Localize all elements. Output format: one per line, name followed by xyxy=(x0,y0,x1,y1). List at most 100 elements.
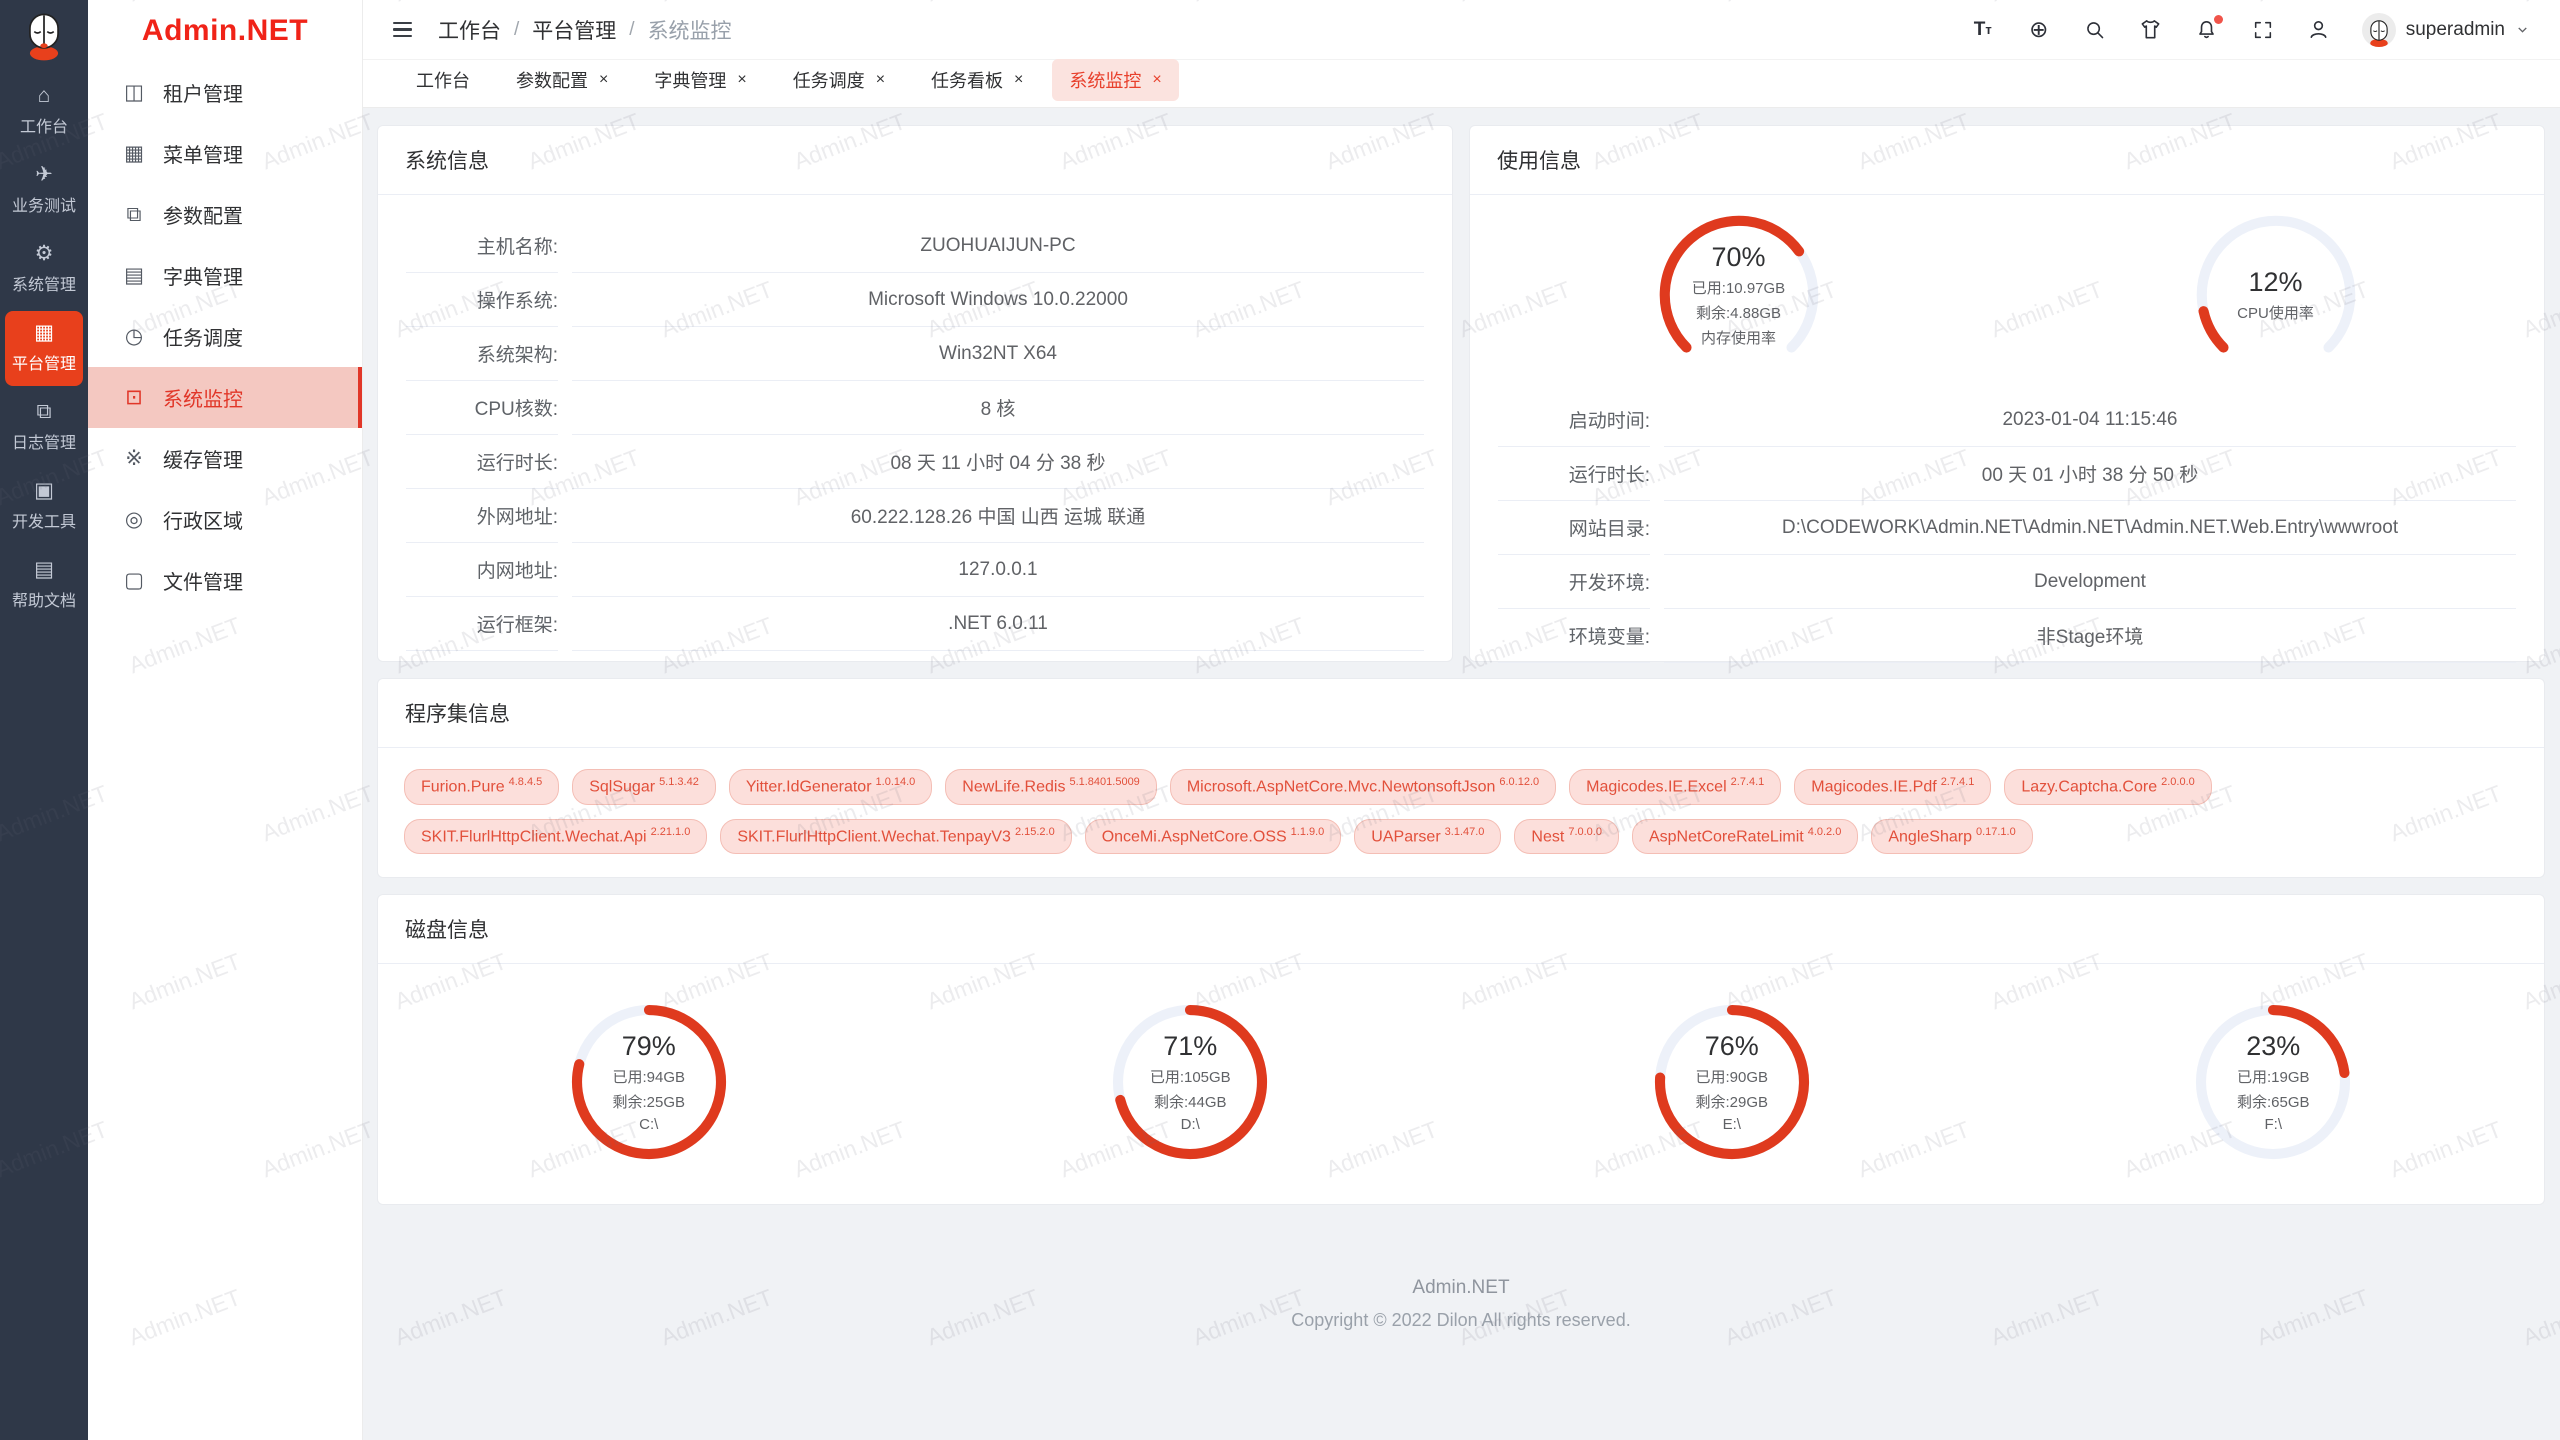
system-info-card: 系统信息 主机名称:ZUOHUAIJUN-PC 操作系统:Microsoft W… xyxy=(377,125,1453,662)
sidebar-item-dict[interactable]: ▤ 字典管理 xyxy=(88,245,362,306)
primary-rail: ⌂ 工作台 ✈ 业务测试 ⚙ 系统管理 ▦ 平台管理 ⧉ 日志管理 ▣ 开发工具… xyxy=(0,0,88,1440)
package-tag: SKIT.FlurlHttpClient.Wechat.TenpayV32.15… xyxy=(720,819,1071,855)
package-tag: Lazy.Captcha.Core2.0.0.0 xyxy=(2004,769,2211,805)
tabbar: 工作台 参数配置 × 字典管理 × 任务调度 × 任务看板 × 系统监控 × xyxy=(363,60,2560,108)
rail-item-business-test[interactable]: ✈ 业务测试 xyxy=(5,153,83,228)
rail-item-help-docs[interactable]: ▤ 帮助文档 xyxy=(5,548,83,623)
usage-info-card: 使用信息 70% 已用:10.97GB xyxy=(1469,125,2545,662)
fullscreen-icon[interactable] xyxy=(2250,17,2276,43)
card-title: 磁盘信息 xyxy=(378,895,2544,964)
user-menu[interactable]: superadmin xyxy=(2362,13,2530,47)
app-logo[interactable] xyxy=(18,10,70,62)
tab-monitor[interactable]: 系统监控 × xyxy=(1052,59,1178,101)
config-icon: ⧉ xyxy=(122,203,146,227)
breadcrumb-workbench[interactable]: 工作台 xyxy=(438,15,501,45)
rail-item-label: 日志管理 xyxy=(12,429,76,453)
tab-label: 参数配置 xyxy=(516,67,588,93)
disk-ring-c: 79% 已用:94GB 剩余:25GB C:\ xyxy=(559,992,739,1172)
sidebar-item-monitor[interactable]: ⊡ 系统监控 xyxy=(88,367,362,428)
search-icon[interactable] xyxy=(2082,17,2108,43)
page-footer: Admin.NET Copyright © 2022 Dilon All rig… xyxy=(377,1277,2545,1331)
breadcrumb-platform[interactable]: 平台管理 xyxy=(532,15,616,45)
package-tag: Microsoft.AspNetCore.Mvc.NewtonsoftJson6… xyxy=(1170,769,1556,805)
tab-dict[interactable]: 字典管理 × xyxy=(637,59,763,101)
sidebar-item-label: 缓存管理 xyxy=(163,444,243,473)
info-row: 系统架构:Win32NT X64 xyxy=(406,327,1424,381)
close-icon[interactable]: × xyxy=(1152,72,1161,88)
info-row: 启动时间:2023-01-04 11:15:46 xyxy=(1498,393,2516,447)
close-icon[interactable]: × xyxy=(876,72,885,88)
sidebar-item-schedule[interactable]: ◷ 任务调度 xyxy=(88,306,362,367)
info-row: CPU核数:8 核 xyxy=(406,381,1424,435)
tab-label: 任务调度 xyxy=(793,67,865,93)
info-row: 运行框架:.NET 6.0.11 xyxy=(406,597,1424,651)
memory-gauge: 70% 已用:10.97GB 剩余:4.88GB 内存使用率 xyxy=(1649,205,1829,385)
rail-item-log-admin[interactable]: ⧉ 日志管理 xyxy=(5,390,83,465)
rail-item-dev-tools[interactable]: ▣ 开发工具 xyxy=(5,469,83,544)
info-row: 操作系统:Microsoft Windows 10.0.22000 xyxy=(406,273,1424,327)
memory-percent: 70% xyxy=(1711,242,1765,273)
close-icon[interactable]: × xyxy=(737,72,746,88)
breadcrumb-current: 系统监控 xyxy=(648,15,732,45)
avatar-mascot-icon xyxy=(2364,17,2394,47)
info-row: 内网地址:127.0.0.1 xyxy=(406,543,1424,597)
sidebar-item-params[interactable]: ⧉ 参数配置 xyxy=(88,184,362,245)
sidebar-item-cache[interactable]: ※ 缓存管理 xyxy=(88,428,362,489)
package-tag: Yitter.IdGenerator1.0.14.0 xyxy=(729,769,932,805)
font-size-icon[interactable]: Tт xyxy=(1970,17,1996,43)
profile-icon[interactable] xyxy=(2306,17,2332,43)
rail-item-label: 业务测试 xyxy=(12,192,76,216)
rail-item-platform-admin[interactable]: ▦ 平台管理 xyxy=(5,311,83,386)
tab-taskboard[interactable]: 任务看板 × xyxy=(914,59,1040,101)
schedule-icon: ◷ xyxy=(122,324,146,349)
notifications-bell-icon[interactable] xyxy=(2194,17,2220,43)
sidebar-item-tenant[interactable]: ◫ 租户管理 xyxy=(88,62,362,123)
doc-icon: ▤ xyxy=(34,559,54,580)
card-title: 程序集信息 xyxy=(378,679,2544,748)
package-tag: Magicodes.IE.Excel2.7.4.1 xyxy=(1569,769,1781,805)
close-icon[interactable]: × xyxy=(1014,72,1023,88)
sidebar-item-menu[interactable]: ▦ 菜单管理 xyxy=(88,123,362,184)
grid-icon: ▦ xyxy=(34,322,54,343)
info-row: 开发环境:Development xyxy=(1498,555,2516,609)
sidebar-collapse-icon[interactable] xyxy=(389,18,416,42)
package-tag: Magicodes.IE.Pdf2.7.4.1 xyxy=(1794,769,1991,805)
close-icon[interactable]: × xyxy=(599,72,608,88)
info-row: 网站目录:D:\CODEWORK\Admin.NET\Admin.NET\Adm… xyxy=(1498,501,2516,555)
language-icon[interactable]: ⊕ xyxy=(2026,17,2052,43)
sidebar-item-label: 文件管理 xyxy=(163,566,243,595)
info-row: 环境变量:非Stage环境 xyxy=(1498,609,2516,663)
assemblies-card: 程序集信息 Furion.Pure4.8.4.5 SqlSugar5.1.3.4… xyxy=(377,678,2545,878)
disks-card: 磁盘信息 79% 已用:94GB 剩余:25GB xyxy=(377,894,2545,1205)
breadcrumb: 工作台 / 平台管理 / 系统监控 xyxy=(438,15,732,45)
tab-schedule[interactable]: 任务调度 × xyxy=(776,59,902,101)
tab-label: 系统监控 xyxy=(1069,67,1141,93)
tab-workbench[interactable]: 工作台 xyxy=(399,59,487,101)
tab-label: 工作台 xyxy=(416,67,470,93)
tab-label: 字典管理 xyxy=(654,67,726,93)
rail-item-system-admin[interactable]: ⚙ 系统管理 xyxy=(5,232,83,307)
tab-params[interactable]: 参数配置 × xyxy=(499,59,625,101)
package-tag: NewLife.Redis5.1.8401.5009 xyxy=(945,769,1157,805)
footer-title: Admin.NET xyxy=(377,1277,2545,1299)
content: 系统信息 主机名称:ZUOHUAIJUN-PC 操作系统:Microsoft W… xyxy=(363,108,2560,1440)
rail-item-label: 工作台 xyxy=(20,113,68,137)
user-name: superadmin xyxy=(2406,19,2505,41)
sidebar-item-label: 系统监控 xyxy=(163,383,243,412)
sidebar-item-files[interactable]: ▢ 文件管理 xyxy=(88,550,362,611)
sidebar-item-label: 行政区域 xyxy=(163,505,243,534)
main-area: 工作台 / 平台管理 / 系统监控 Tт ⊕ xyxy=(363,0,2560,1440)
rail-item-label: 帮助文档 xyxy=(12,587,76,611)
card-title: 系统信息 xyxy=(378,126,1452,195)
info-row: 运行时长:00 天 01 小时 38 分 50 秒 xyxy=(1498,447,2516,501)
sidebar-item-region[interactable]: ◎ 行政区域 xyxy=(88,489,362,550)
brand-logo-text[interactable]: Admin.NET xyxy=(88,0,362,62)
card-title: 使用信息 xyxy=(1470,126,2544,195)
info-row: 运行时长:08 天 11 小时 04 分 38 秒 xyxy=(406,435,1424,489)
rail-item-workbench[interactable]: ⌂ 工作台 xyxy=(5,74,83,149)
sidebar-item-label: 任务调度 xyxy=(163,322,243,351)
theme-shirt-icon[interactable] xyxy=(2138,17,2164,43)
file-icon: ▢ xyxy=(122,568,146,593)
disk-ring-d: 71% 已用:105GB 剩余:44GB D:\ xyxy=(1100,992,1280,1172)
region-icon: ◎ xyxy=(122,507,146,532)
